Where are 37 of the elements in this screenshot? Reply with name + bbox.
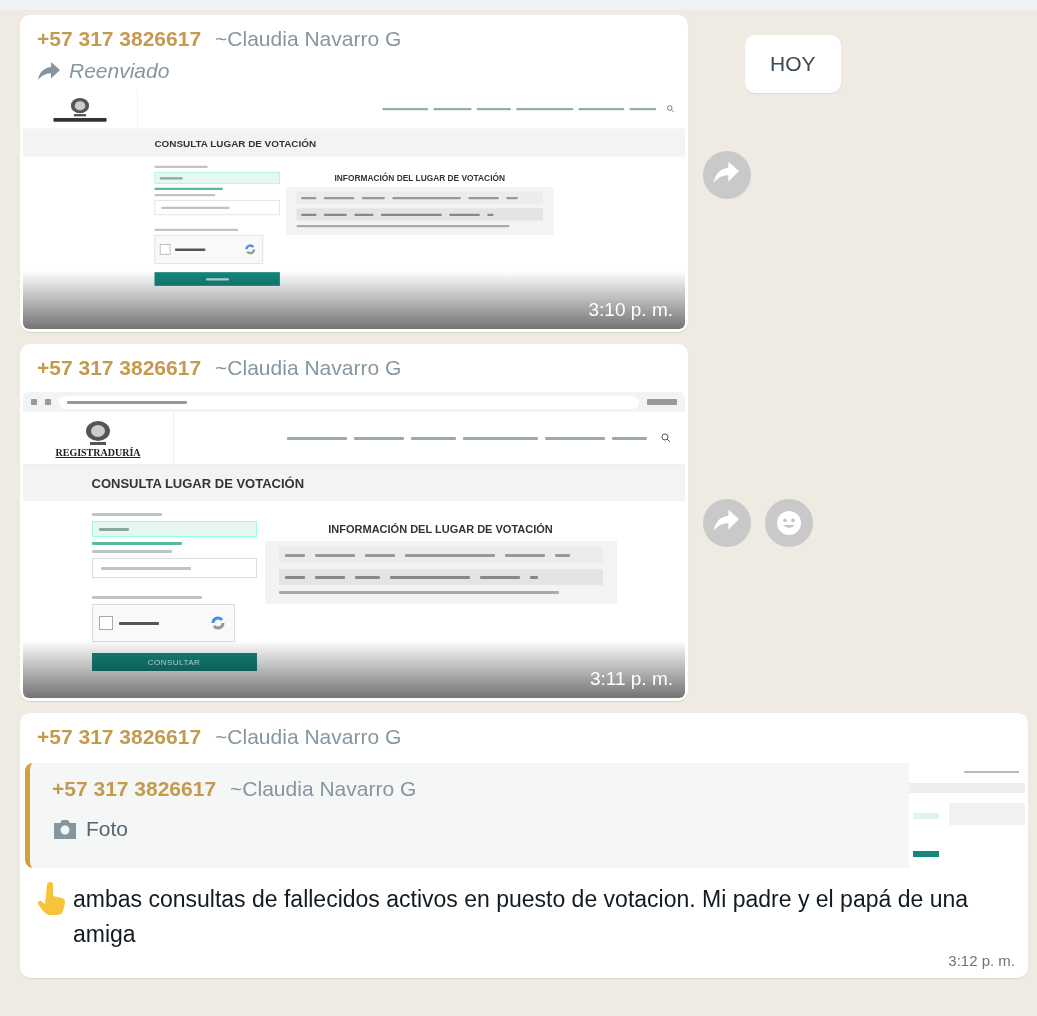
captcha-box[interactable] [154, 234, 264, 264]
recaptcha-icon [209, 615, 226, 631]
sender-name: ~Claudia Navarro G [215, 725, 402, 749]
id-field[interactable] [91, 521, 257, 537]
camera-icon [52, 818, 78, 840]
message-time: 3:11 p. m. [589, 668, 673, 690]
sender-phone: +57 317 3826617 [37, 27, 202, 51]
election-select[interactable] [91, 558, 257, 578]
sender-phone: +57 317 3826617 [37, 725, 202, 749]
section-title: INFORMACIÓN DEL LUGAR DE VOTACIÓN [327, 523, 554, 535]
captcha-box[interactable] [91, 604, 235, 642]
message-time: 3:12 p. m. [948, 952, 1015, 969]
id-field[interactable] [154, 171, 280, 184]
sender-name: ~Claudia Navarro G [215, 27, 402, 51]
pointing-hand-icon [37, 882, 67, 916]
emoji-button[interactable] [765, 498, 813, 547]
message-text: ambas consultas de fallecidos activos en puesto de votacion. Mi padre y el papá de una amiga [73, 885, 969, 949]
consult-button[interactable] [154, 272, 280, 286]
address-field[interactable] [59, 395, 639, 409]
sender-phone: +57 317 3826617 [52, 777, 217, 801]
quoted-message[interactable]: +57 317 3826617 ~Claudia Navarro G Foto [25, 763, 1025, 868]
consult-button[interactable]: CONSULTAR [91, 653, 257, 671]
date-chip: HOY [745, 35, 841, 93]
search-icon[interactable] [661, 433, 671, 443]
forwarded-label: Reenviado [69, 59, 170, 83]
message-time: 3:10 p. m. [588, 299, 673, 321]
sender-name: ~Claudia Navarro G [215, 356, 402, 380]
media-label: Foto [86, 817, 129, 841]
recaptcha-icon [244, 243, 257, 256]
sender-phone: +57 317 3826617 [37, 356, 202, 380]
forward-button[interactable] [703, 498, 751, 547]
sender-name: ~Claudia Navarro G [230, 777, 417, 801]
page-title: CONSULTA LUGAR DE VOTACIÓN [154, 137, 317, 149]
forward-button[interactable] [703, 151, 751, 199]
brand-name: REGISTRADURÍA [55, 446, 141, 458]
section-title: INFORMACIÓN DEL LUGAR DE VOTACIÓN [333, 173, 506, 183]
page-title: CONSULTA LUGAR DE VOTACIÓN [91, 475, 305, 491]
